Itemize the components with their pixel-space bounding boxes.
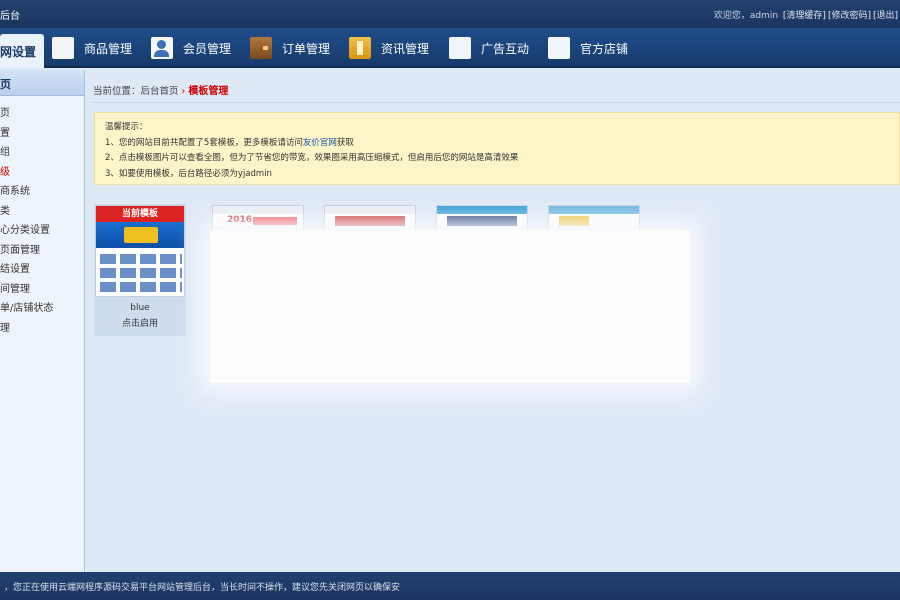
thumbnail-banner (96, 222, 184, 248)
breadcrumb-home[interactable]: 后台首页 (141, 86, 179, 97)
clear-cache-link[interactable]: [清理缓存] (783, 11, 826, 21)
footer-bar: ，您正在使用云端网程序源码交易平台网站管理后台，当长时间不操作，建议您先关闭网页… (0, 572, 900, 600)
sidebar-menu: 页 置 组 级 商系统 类 心分类设置 页面管理 结设置 间管理 单/店铺状态 … (0, 96, 84, 338)
thumbnail-row (100, 254, 182, 264)
tips-line-3: 3、如要使用模板，后台路径必须为yjadmin (105, 168, 272, 179)
obscured-region (210, 230, 690, 383)
member-card-icon (151, 37, 173, 59)
sidebar-item[interactable]: 理 (0, 319, 84, 339)
sidebar-item[interactable]: 页面管理 (0, 241, 84, 261)
nav-label: 会员管理 (183, 41, 232, 56)
nav-label: 官方店铺 (580, 41, 629, 56)
wallet-icon (250, 37, 272, 59)
thumbnail-row (100, 268, 182, 278)
nav-label: 资讯管理 (381, 41, 430, 56)
thumbnail-header (437, 206, 527, 214)
sidebar-item[interactable]: 结设置 (0, 260, 84, 280)
thumbnail-block (335, 216, 405, 226)
template-thumbnail[interactable]: 当前模板 (95, 205, 185, 297)
sidebar-item[interactable]: 页 (0, 104, 84, 124)
change-password-link[interactable]: [修改密码] (828, 11, 871, 21)
welcome-text: 欢迎您，admin (713, 11, 779, 21)
breadcrumb-separator: › (181, 86, 186, 97)
sidebar-item[interactable]: 置 (0, 124, 84, 144)
enable-template-link[interactable]: 点击启用 (94, 316, 186, 329)
nav-label: 订单管理 (282, 41, 331, 56)
sidebar-item[interactable]: 心分类设置 (0, 221, 84, 241)
tips-title: 温馨提示： (105, 122, 148, 132)
nav-item-members[interactable]: 会员管理 (151, 28, 231, 68)
thumbnail-header (325, 206, 415, 214)
thumbnail-row (100, 282, 182, 292)
main-content: 当前位置：后台首页 › 模板管理 温馨提示： 1、您的网站目前共配置了5套模板，更多… (86, 70, 900, 572)
sidebar: 页 页 置 组 级 商系统 类 心分类设置 页面管理 结设置 间管理 单/店铺状… (0, 70, 85, 572)
sidebar-item-current[interactable]: 级 (0, 163, 84, 183)
tips-line-2: 2、点击模板图片可以查看全图，但为了节省您的带宽，效果图采用高压缩模式，但启用后… (105, 153, 519, 163)
breadcrumb: 当前位置：后台首页 › 模板管理 (93, 82, 228, 97)
tips-line-1-text: 1、您的网站目前共配置了5套模板，更多模板请访问 (105, 137, 303, 148)
logout-link[interactable]: [退出] (873, 11, 898, 21)
breadcrumb-current: 模板管理 (188, 86, 229, 97)
sidebar-item[interactable]: 间管理 (0, 280, 84, 300)
sidebar-header: 页 (0, 70, 84, 96)
nav-label: 网设置 (0, 44, 37, 59)
sidebar-item[interactable]: 单/店铺状态 (0, 299, 84, 319)
thumbnail-block (559, 216, 589, 226)
goods-grid-icon (52, 37, 74, 59)
list-icon (449, 37, 471, 59)
main-nav: 网设置 商品管理 会员管理 订单管理 资讯管理 广告互动 官方店铺 (0, 28, 900, 68)
breadcrumb-prefix: 当前位置： (93, 86, 141, 97)
divider (92, 102, 900, 103)
thumbnail-header (213, 206, 303, 214)
sidebar-item[interactable]: 组 (0, 143, 84, 163)
thumbnail-block (447, 216, 517, 226)
nav-item-official-store[interactable]: 官方店铺 (548, 28, 628, 68)
template-name: blue (130, 303, 150, 313)
top-links: 欢迎您，admin [清理缓存] [修改密码] [退出] (712, 8, 898, 21)
nav-item-site-settings[interactable]: 网设置 (0, 34, 45, 68)
app-title: 后台 (0, 11, 20, 22)
book-icon (349, 37, 371, 59)
footer-text: ，您正在使用云端网程序源码交易平台网站管理后台，当长时间不操作，建议您先关闭网页… (4, 583, 401, 593)
thumbnail-header (549, 206, 639, 214)
thumbnail-text: 2016 (227, 215, 253, 225)
tips-box: 温馨提示： 1、您的网站目前共配置了5套模板，更多模板请访问友价官网获取 2、点… (94, 112, 900, 185)
nav-item-orders[interactable]: 订单管理 (250, 28, 330, 68)
tips-line-1: 1、您的网站目前共配置了5套模板，更多模板请访问友价官网获取 (105, 136, 899, 152)
tips-line-1-suffix: 获取 (336, 137, 354, 148)
list-icon (548, 37, 570, 59)
top-bar: 后台 欢迎您，admin [清理缓存] [修改密码] [退出] (0, 0, 900, 28)
template-card-current[interactable]: 当前模板 blue 点击启用 (94, 204, 186, 336)
current-template-ribbon: 当前模板 (96, 206, 184, 222)
sidebar-item[interactable]: 商系统 (0, 182, 84, 202)
official-site-link[interactable]: 友价官网 (303, 138, 337, 148)
sidebar-item[interactable]: 类 (0, 202, 84, 222)
nav-item-goods[interactable]: 商品管理 (52, 28, 132, 68)
nav-item-news[interactable]: 资讯管理 (349, 28, 429, 68)
thumbnail-block (253, 217, 297, 225)
nav-item-ads[interactable]: 广告互动 (449, 28, 529, 68)
nav-label: 商品管理 (84, 41, 133, 56)
nav-label: 广告互动 (481, 41, 530, 56)
